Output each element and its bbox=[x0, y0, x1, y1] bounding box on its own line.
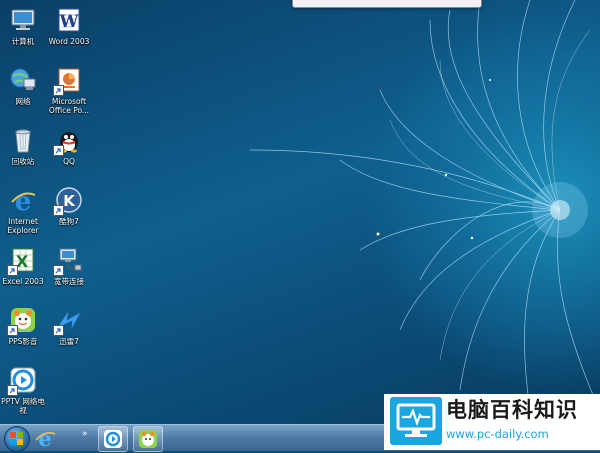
partial-window-edge[interactable] bbox=[292, 0, 482, 8]
shortcut-arrow-icon bbox=[7, 265, 18, 276]
shortcut-arrow-icon bbox=[53, 205, 64, 216]
network-icon bbox=[9, 66, 37, 94]
desktop-icon-kugou[interactable]: K 酷狗7 bbox=[46, 186, 92, 226]
desktop-icon-word[interactable]: W Word 2003 bbox=[46, 6, 92, 46]
shortcut-arrow-icon bbox=[7, 325, 18, 336]
desktop-icon-label: Internet Explorer bbox=[7, 217, 39, 235]
desktop-icon-qq[interactable]: QQ bbox=[46, 126, 92, 166]
desktop-icon-label: QQ bbox=[63, 157, 75, 166]
desktop-icon-network[interactable]: 网络 bbox=[0, 66, 46, 106]
internet-explorer-icon: e bbox=[9, 186, 37, 214]
kugou-icon: K bbox=[53, 186, 83, 216]
shortcut-arrow-icon bbox=[53, 85, 64, 96]
svg-text:e: e bbox=[15, 187, 32, 214]
shortcut-arrow-icon bbox=[53, 265, 64, 276]
quick-launch-overflow[interactable]: » bbox=[82, 429, 88, 439]
desktop-icon-internet-explorer[interactable]: e Internet Explorer bbox=[0, 186, 46, 235]
desktop-icon-excel[interactable]: X Excel 2003 bbox=[0, 246, 46, 286]
desktop-icon-label: Microsoft Office Po... bbox=[48, 97, 90, 115]
desktop-icon-label: 回收站 bbox=[11, 157, 35, 166]
desktop-icon-computer[interactable]: 计算机 bbox=[0, 6, 46, 46]
svg-text:W: W bbox=[58, 12, 79, 32]
monitor-heartbeat-icon bbox=[390, 397, 442, 445]
svg-text:K: K bbox=[63, 192, 76, 210]
desktop-icon-thunder[interactable]: 迅雷7 bbox=[46, 306, 92, 346]
pps-icon bbox=[7, 306, 37, 336]
start-button[interactable] bbox=[4, 426, 30, 452]
watermark-url: www.pc-daily.com bbox=[446, 427, 549, 441]
taskbar-button-pps[interactable] bbox=[133, 426, 163, 452]
shortcut-arrow-icon bbox=[7, 385, 18, 396]
desktop-icon-label: PPTV 网络电 视 bbox=[1, 397, 45, 415]
word-icon: W bbox=[55, 6, 83, 34]
watermark-title: 电脑百科知识 bbox=[446, 398, 578, 422]
windows-logo-icon bbox=[10, 432, 23, 445]
powerpoint-icon bbox=[53, 66, 83, 96]
computer-icon bbox=[9, 6, 37, 34]
taskbar-button-pptv[interactable] bbox=[98, 426, 128, 452]
desktop-icon-label: 网络 bbox=[15, 97, 31, 106]
excel-icon: X bbox=[7, 246, 37, 276]
qq-icon bbox=[53, 126, 83, 156]
desktop-background: 计算机 网络 回收站 e Internet Explorer X Excel 2… bbox=[0, 0, 600, 424]
site-watermark: 电脑百科知识 www.pc-daily.com bbox=[384, 394, 600, 450]
shortcut-arrow-icon bbox=[53, 145, 64, 156]
pps-icon bbox=[139, 430, 157, 448]
desktop-icon-label: 迅雷7 bbox=[59, 337, 79, 346]
quick-launch-internet-explorer[interactable]: e bbox=[34, 426, 56, 451]
pptv-icon bbox=[7, 366, 37, 396]
shortcut-arrow-icon bbox=[53, 325, 64, 336]
desktop-icon-label: 计算机 bbox=[11, 37, 35, 46]
recycle-bin-icon bbox=[9, 126, 37, 154]
desktop-icon-recycle-bin[interactable]: 回收站 bbox=[0, 126, 46, 166]
desktop-icon-label: 酷狗7 bbox=[59, 217, 79, 226]
pptv-icon bbox=[104, 430, 122, 448]
svg-text:e: e bbox=[38, 427, 51, 449]
desktop-icon-pptv[interactable]: PPTV 网络电 视 bbox=[0, 366, 46, 415]
desktop-icon-label: 宽带连接 bbox=[54, 277, 84, 286]
desktop-icon-label: Excel 2003 bbox=[2, 277, 44, 286]
broadband-icon bbox=[53, 246, 83, 276]
internet-explorer-icon: e bbox=[35, 426, 56, 451]
thunder-icon bbox=[53, 306, 83, 336]
desktop-icon-label: PPS影音 bbox=[8, 337, 38, 346]
desktop-icon-pps[interactable]: PPS影音 bbox=[0, 306, 46, 346]
desktop-icon-label: Word 2003 bbox=[48, 37, 90, 46]
desktop-icon-powerpoint[interactable]: Microsoft Office Po... bbox=[46, 66, 92, 115]
desktop-icon-broadband[interactable]: 宽带连接 bbox=[46, 246, 92, 286]
